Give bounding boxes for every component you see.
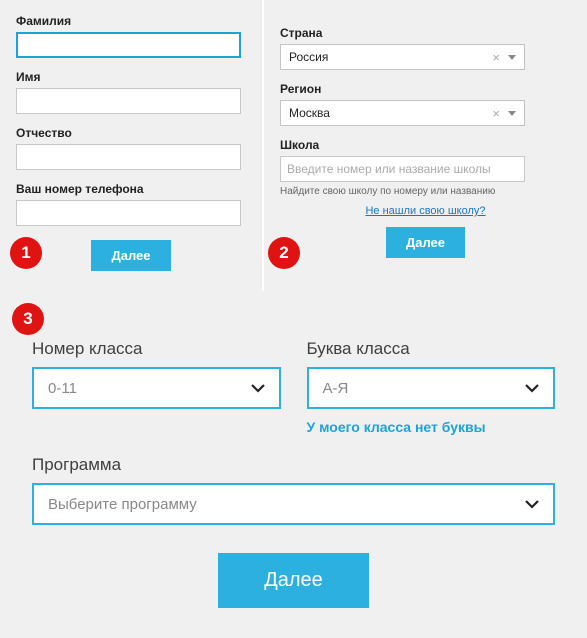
step3-panel: 3 Номер класса 0-11 Буква класса А-Я У м…: [0, 291, 587, 638]
clear-icon[interactable]: ×: [492, 106, 500, 121]
next-button[interactable]: Далее: [386, 227, 465, 258]
step-badge-3: 3: [12, 303, 44, 335]
program-label: Программа: [32, 455, 555, 475]
step-badge-1: 1: [10, 237, 42, 269]
patronymic-label: Отчество: [16, 126, 246, 140]
next-button[interactable]: Далее: [218, 553, 369, 608]
school-label: Школа: [280, 138, 571, 152]
country-select[interactable]: Россия ×: [280, 44, 525, 70]
chevron-down-icon: [251, 380, 265, 397]
school-input[interactable]: [280, 156, 525, 182]
chevron-down-icon: [508, 55, 516, 60]
name-label: Имя: [16, 70, 246, 84]
chevron-down-icon: [525, 496, 539, 513]
country-value: Россия: [289, 50, 328, 64]
next-button[interactable]: Далее: [91, 240, 170, 271]
step1-panel: Фамилия Имя Отчество Ваш номер телефона …: [0, 0, 262, 291]
school-not-found-link[interactable]: Не нашли свою школу?: [280, 205, 571, 217]
class-number-select[interactable]: 0-11: [32, 367, 281, 409]
surname-input[interactable]: [16, 32, 241, 58]
region-select[interactable]: Москва ×: [280, 100, 525, 126]
class-number-value: 0-11: [48, 380, 77, 397]
class-letter-value: А-Я: [323, 380, 349, 397]
phone-label: Ваш номер телефона: [16, 182, 246, 196]
chevron-down-icon: [508, 111, 516, 116]
no-letter-link[interactable]: У моего класса нет буквы: [307, 419, 486, 435]
program-select[interactable]: Выберите программу: [32, 483, 555, 525]
step2-panel: Страна Россия × Регион Москва × Школа На…: [264, 0, 587, 291]
phone-input[interactable]: [16, 200, 241, 226]
surname-label: Фамилия: [16, 14, 246, 28]
step-badge-2: 2: [268, 237, 300, 269]
clear-icon[interactable]: ×: [492, 50, 500, 65]
class-number-label: Номер класса: [32, 339, 281, 359]
region-value: Москва: [289, 106, 330, 120]
class-letter-select[interactable]: А-Я: [307, 367, 556, 409]
patronymic-input[interactable]: [16, 144, 241, 170]
region-label: Регион: [280, 82, 571, 96]
school-hint: Найдите свою школу по номеру или названи…: [280, 186, 571, 197]
class-letter-label: Буква класса: [307, 339, 556, 359]
name-input[interactable]: [16, 88, 241, 114]
country-label: Страна: [280, 26, 571, 40]
chevron-down-icon: [525, 380, 539, 397]
program-value: Выберите программу: [48, 496, 197, 513]
